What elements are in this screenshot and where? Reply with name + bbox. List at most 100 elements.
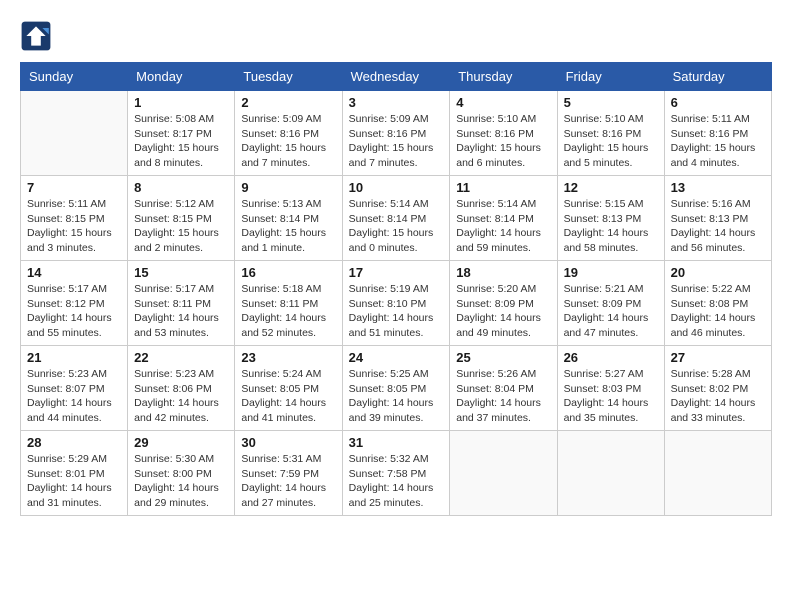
calendar-cell [557, 431, 664, 516]
cell-info: Sunrise: 5:30 AM Sunset: 8:00 PM Dayligh… [134, 452, 228, 511]
day-number: 12 [564, 180, 658, 195]
cell-info: Sunrise: 5:31 AM Sunset: 7:59 PM Dayligh… [241, 452, 335, 511]
weekday-header-sunday: Sunday [21, 63, 128, 91]
day-number: 9 [241, 180, 335, 195]
calendar-cell [664, 431, 771, 516]
cell-info: Sunrise: 5:09 AM Sunset: 8:16 PM Dayligh… [349, 112, 444, 171]
cell-info: Sunrise: 5:21 AM Sunset: 8:09 PM Dayligh… [564, 282, 658, 341]
calendar-cell: 5 Sunrise: 5:10 AM Sunset: 8:16 PM Daylig… [557, 91, 664, 176]
calendar-cell: 30 Sunrise: 5:31 AM Sunset: 7:59 PM Dayli… [235, 431, 342, 516]
calendar-cell: 24 Sunrise: 5:25 AM Sunset: 8:05 PM Dayli… [342, 346, 450, 431]
cell-info: Sunrise: 5:11 AM Sunset: 8:16 PM Dayligh… [671, 112, 765, 171]
day-number: 6 [671, 95, 765, 110]
day-number: 19 [564, 265, 658, 280]
calendar-cell: 22 Sunrise: 5:23 AM Sunset: 8:06 PM Dayli… [128, 346, 235, 431]
cell-info: Sunrise: 5:13 AM Sunset: 8:14 PM Dayligh… [241, 197, 335, 256]
day-number: 30 [241, 435, 335, 450]
calendar-cell: 2 Sunrise: 5:09 AM Sunset: 8:16 PM Daylig… [235, 91, 342, 176]
cell-info: Sunrise: 5:14 AM Sunset: 8:14 PM Dayligh… [349, 197, 444, 256]
day-number: 23 [241, 350, 335, 365]
day-number: 17 [349, 265, 444, 280]
cell-info: Sunrise: 5:29 AM Sunset: 8:01 PM Dayligh… [27, 452, 121, 511]
cell-info: Sunrise: 5:20 AM Sunset: 8:09 PM Dayligh… [456, 282, 550, 341]
calendar-week-row: 1Sunrise: 5:08 AM Sunset: 8:17 PM Daylig… [21, 91, 772, 176]
day-number: 11 [456, 180, 550, 195]
cell-info: Sunrise: 5:12 AM Sunset: 8:15 PM Dayligh… [134, 197, 228, 256]
day-number: 21 [27, 350, 121, 365]
calendar-cell: 25Sunrise: 5:26 AM Sunset: 8:04 PM Dayli… [450, 346, 557, 431]
calendar-cell [21, 91, 128, 176]
cell-info: Sunrise: 5:23 AM Sunset: 8:06 PM Dayligh… [134, 367, 228, 426]
cell-info: Sunrise: 5:28 AM Sunset: 8:02 PM Dayligh… [671, 367, 765, 426]
calendar-cell: 19 Sunrise: 5:21 AM Sunset: 8:09 PM Dayli… [557, 261, 664, 346]
calendar: SundayMondayTuesdayWednesdayThursdayFrid… [20, 62, 772, 516]
day-number: 29 [134, 435, 228, 450]
logo [20, 20, 56, 52]
calendar-cell: 16Sunrise: 5:18 AM Sunset: 8:11 PM Dayli… [235, 261, 342, 346]
calendar-week-row: 14 Sunrise: 5:17 AM Sunset: 8:12 PM Dayli… [21, 261, 772, 346]
calendar-cell: 28 Sunrise: 5:29 AM Sunset: 8:01 PM Dayli… [21, 431, 128, 516]
day-number: 24 [349, 350, 444, 365]
weekday-header-friday: Friday [557, 63, 664, 91]
calendar-week-row: 7Sunrise: 5:11 AM Sunset: 8:15 PM Daylig… [21, 176, 772, 261]
cell-info: Sunrise: 5:11 AM Sunset: 8:15 PM Dayligh… [27, 197, 121, 256]
day-number: 27 [671, 350, 765, 365]
calendar-cell: 6 Sunrise: 5:11 AM Sunset: 8:16 PM Daylig… [664, 91, 771, 176]
calendar-cell: 26Sunrise: 5:27 AM Sunset: 8:03 PM Dayli… [557, 346, 664, 431]
day-number: 8 [134, 180, 228, 195]
day-number: 1 [134, 95, 228, 110]
day-number: 16 [241, 265, 335, 280]
calendar-cell: 1Sunrise: 5:08 AM Sunset: 8:17 PM Daylig… [128, 91, 235, 176]
calendar-cell: 21 Sunrise: 5:23 AM Sunset: 8:07 PM Dayli… [21, 346, 128, 431]
cell-info: Sunrise: 5:22 AM Sunset: 8:08 PM Dayligh… [671, 282, 765, 341]
cell-info: Sunrise: 5:16 AM Sunset: 8:13 PM Dayligh… [671, 197, 765, 256]
calendar-cell: 4 Sunrise: 5:10 AM Sunset: 8:16 PM Daylig… [450, 91, 557, 176]
day-number: 22 [134, 350, 228, 365]
weekday-header-wednesday: Wednesday [342, 63, 450, 91]
calendar-cell: 8 Sunrise: 5:12 AM Sunset: 8:15 PM Daylig… [128, 176, 235, 261]
calendar-cell: 10Sunrise: 5:14 AM Sunset: 8:14 PM Dayli… [342, 176, 450, 261]
calendar-cell: 27 Sunrise: 5:28 AM Sunset: 8:02 PM Dayli… [664, 346, 771, 431]
cell-info: Sunrise: 5:19 AM Sunset: 8:10 PM Dayligh… [349, 282, 444, 341]
calendar-cell: 14 Sunrise: 5:17 AM Sunset: 8:12 PM Dayli… [21, 261, 128, 346]
day-number: 4 [456, 95, 550, 110]
weekday-header-thursday: Thursday [450, 63, 557, 91]
weekday-header-row: SundayMondayTuesdayWednesdayThursdayFrid… [21, 63, 772, 91]
calendar-cell: 29 Sunrise: 5:30 AM Sunset: 8:00 PM Dayli… [128, 431, 235, 516]
weekday-header-monday: Monday [128, 63, 235, 91]
logo-icon [20, 20, 52, 52]
calendar-cell: 31Sunrise: 5:32 AM Sunset: 7:58 PM Dayli… [342, 431, 450, 516]
cell-info: Sunrise: 5:09 AM Sunset: 8:16 PM Dayligh… [241, 112, 335, 171]
day-number: 18 [456, 265, 550, 280]
calendar-cell: 9 Sunrise: 5:13 AM Sunset: 8:14 PM Daylig… [235, 176, 342, 261]
calendar-cell: 11Sunrise: 5:14 AM Sunset: 8:14 PM Dayli… [450, 176, 557, 261]
day-number: 31 [349, 435, 444, 450]
cell-info: Sunrise: 5:23 AM Sunset: 8:07 PM Dayligh… [27, 367, 121, 426]
calendar-week-row: 21 Sunrise: 5:23 AM Sunset: 8:07 PM Dayli… [21, 346, 772, 431]
cell-info: Sunrise: 5:26 AM Sunset: 8:04 PM Dayligh… [456, 367, 550, 426]
calendar-cell: 23Sunrise: 5:24 AM Sunset: 8:05 PM Dayli… [235, 346, 342, 431]
cell-info: Sunrise: 5:15 AM Sunset: 8:13 PM Dayligh… [564, 197, 658, 256]
day-number: 28 [27, 435, 121, 450]
calendar-cell: 13 Sunrise: 5:16 AM Sunset: 8:13 PM Dayli… [664, 176, 771, 261]
calendar-cell: 17 Sunrise: 5:19 AM Sunset: 8:10 PM Dayli… [342, 261, 450, 346]
weekday-header-tuesday: Tuesday [235, 63, 342, 91]
calendar-cell: 20Sunrise: 5:22 AM Sunset: 8:08 PM Dayli… [664, 261, 771, 346]
day-number: 14 [27, 265, 121, 280]
cell-info: Sunrise: 5:17 AM Sunset: 8:12 PM Dayligh… [27, 282, 121, 341]
weekday-header-saturday: Saturday [664, 63, 771, 91]
calendar-cell: 15Sunrise: 5:17 AM Sunset: 8:11 PM Dayli… [128, 261, 235, 346]
day-number: 13 [671, 180, 765, 195]
cell-info: Sunrise: 5:17 AM Sunset: 8:11 PM Dayligh… [134, 282, 228, 341]
header [20, 20, 772, 52]
cell-info: Sunrise: 5:27 AM Sunset: 8:03 PM Dayligh… [564, 367, 658, 426]
day-number: 3 [349, 95, 444, 110]
cell-info: Sunrise: 5:10 AM Sunset: 8:16 PM Dayligh… [564, 112, 658, 171]
cell-info: Sunrise: 5:25 AM Sunset: 8:05 PM Dayligh… [349, 367, 444, 426]
calendar-cell: 3 Sunrise: 5:09 AM Sunset: 8:16 PM Daylig… [342, 91, 450, 176]
calendar-cell: 18 Sunrise: 5:20 AM Sunset: 8:09 PM Dayli… [450, 261, 557, 346]
cell-info: Sunrise: 5:10 AM Sunset: 8:16 PM Dayligh… [456, 112, 550, 171]
day-number: 2 [241, 95, 335, 110]
calendar-cell: 12 Sunrise: 5:15 AM Sunset: 8:13 PM Dayli… [557, 176, 664, 261]
day-number: 5 [564, 95, 658, 110]
